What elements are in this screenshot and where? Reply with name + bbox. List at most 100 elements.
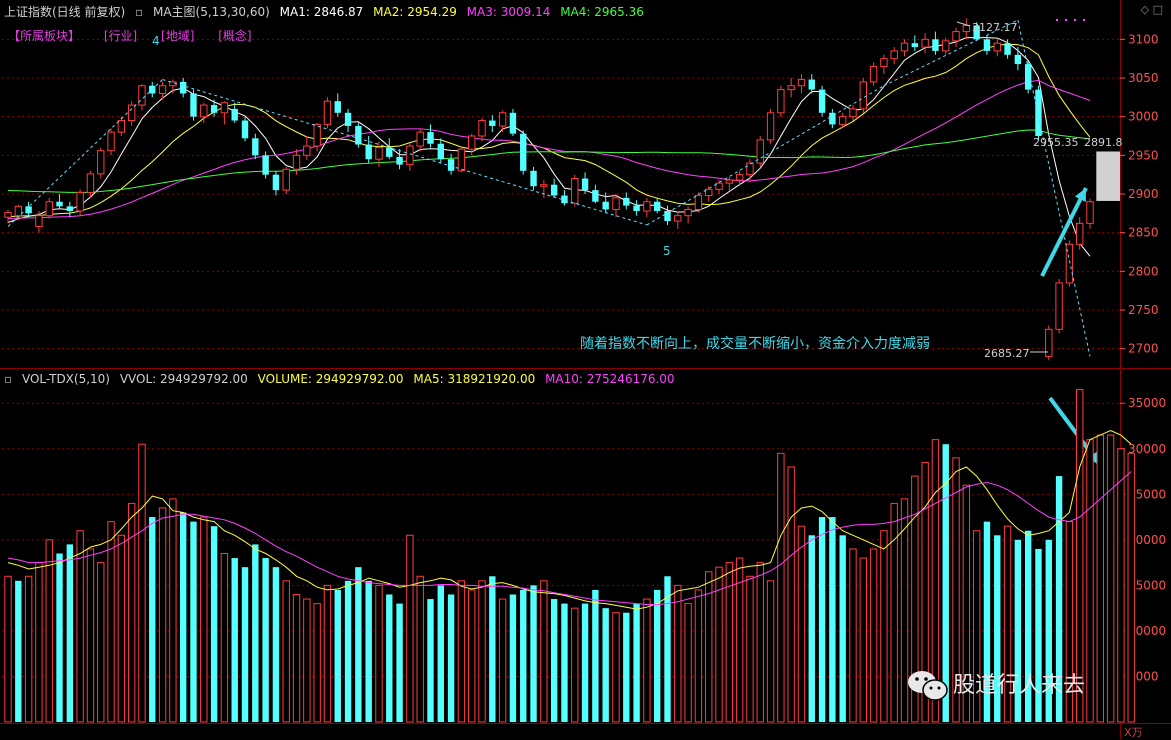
candle-down — [386, 138, 393, 160]
candle-up — [457, 146, 466, 173]
candle-body — [313, 123, 321, 147]
candle-body — [35, 215, 43, 227]
candle-up — [571, 174, 579, 207]
candle-body — [210, 105, 218, 113]
marker-dot — [1074, 19, 1076, 21]
volume-bar-up — [766, 580, 775, 723]
wechat-logo-icon — [907, 668, 949, 704]
candle-up — [777, 85, 785, 117]
volume-bar-up — [756, 562, 764, 723]
volume-bar-down — [334, 589, 341, 722]
volume-bar-down — [437, 585, 444, 722]
candle-up — [705, 186, 713, 202]
candle-body — [838, 116, 847, 125]
volume-bar-up — [684, 603, 692, 723]
volume-bar-down — [396, 603, 403, 722]
candle-up — [674, 211, 682, 229]
candle-down — [550, 178, 558, 198]
price-tick-label: 3050 — [1128, 71, 1159, 85]
bottom-border — [0, 723, 1171, 724]
candle-up — [416, 128, 424, 152]
volume-bar-down — [190, 521, 197, 722]
ma3-value: MA3: 3009.14 — [466, 5, 551, 19]
candle-down — [447, 153, 455, 175]
volume-bar-down — [355, 567, 362, 722]
candle-body — [993, 42, 1001, 52]
candle-up — [756, 136, 764, 167]
volume-bar-up — [282, 580, 290, 723]
main-chart-header: 上证指数(日线 前复权) ▫ MA主图(5,13,30,60) MA1: 284… — [4, 3, 650, 19]
candle-up — [406, 142, 414, 171]
candle-down — [623, 192, 630, 210]
volume-bar-up — [406, 534, 414, 723]
marker-dot — [1056, 19, 1058, 21]
volume-bar-down — [489, 576, 496, 722]
candle-body — [437, 143, 444, 160]
candle-body — [220, 102, 229, 114]
tab-region[interactable]: [地域] — [161, 29, 194, 43]
candle-body — [818, 89, 826, 113]
indicator-square-icon[interactable]: ▫ — [135, 5, 143, 19]
volume-bar-up — [1096, 434, 1104, 723]
volume-header: ▫ VOL-TDX(5,10) VVOL: 294929792.00 VOLUM… — [4, 372, 681, 388]
volume-bar-down — [808, 535, 815, 722]
tab-industry[interactable]: [行业] — [104, 29, 137, 43]
candle-down — [437, 138, 444, 164]
candle-body — [1076, 222, 1084, 245]
candle-up — [921, 33, 929, 54]
price-tick-label: 2750 — [1128, 303, 1159, 317]
ma1-line — [7, 37, 1091, 257]
candle-up — [993, 39, 1001, 57]
candle-up — [313, 122, 321, 152]
volume-bar-down — [654, 589, 661, 722]
volume-bar-down — [623, 612, 630, 722]
candle-body — [262, 155, 269, 175]
volume-bar-up — [777, 452, 785, 723]
candle-down — [344, 108, 352, 133]
ma3-line — [7, 79, 1091, 219]
level-price-label-2: 2891.8 — [1084, 136, 1123, 149]
candle-up — [643, 197, 651, 218]
index-name[interactable]: 上证指数(日线 前复权) — [4, 5, 125, 19]
candle-up — [107, 128, 115, 156]
candle-body — [406, 145, 414, 166]
volume-bar-up — [158, 507, 167, 723]
candle-body — [890, 50, 898, 60]
candle-up — [715, 180, 723, 194]
window-controls[interactable]: ◇ □ — [1141, 3, 1163, 16]
candle-body — [468, 135, 476, 150]
candle-down — [241, 116, 249, 142]
candle-body — [1035, 89, 1042, 136]
volume-unit-label: X万 — [1124, 726, 1143, 739]
tab-concept[interactable]: [概念] — [218, 29, 251, 43]
volume-bar-up — [138, 443, 146, 723]
candle-up — [498, 110, 507, 133]
candle-down — [654, 197, 661, 214]
candle-body — [962, 24, 971, 33]
volume-bar-down — [550, 599, 558, 722]
price-tick-label: 2850 — [1128, 226, 1159, 240]
candles — [4, 18, 1094, 361]
candle-body — [323, 100, 332, 125]
volume-indicator-name[interactable]: VOL-TDX(5,10) — [22, 372, 110, 386]
volume-bar-up — [313, 603, 321, 723]
candle-body — [509, 112, 517, 134]
candle-down — [66, 201, 74, 218]
volume-bar-up — [4, 575, 12, 723]
candle-body — [457, 148, 466, 172]
main-indicator-label[interactable]: MA主图(5,13,30,60) — [153, 5, 270, 19]
candle-down — [190, 89, 197, 121]
volume-bar-down — [427, 599, 434, 722]
volume-bar-down — [602, 608, 609, 722]
indicator-square-icon[interactable]: ▫ — [4, 372, 12, 386]
candle-down — [427, 124, 434, 148]
volume-bar-down — [365, 580, 372, 722]
candle-up — [1076, 217, 1084, 250]
candle-up — [220, 101, 229, 125]
candle-up — [787, 78, 795, 98]
candle-down — [1004, 39, 1011, 59]
volume-bar-down — [66, 544, 74, 722]
tab-sector[interactable]: 【所属板块】 — [8, 29, 80, 43]
volume-bar-up — [375, 584, 383, 723]
candle-down — [489, 115, 496, 133]
